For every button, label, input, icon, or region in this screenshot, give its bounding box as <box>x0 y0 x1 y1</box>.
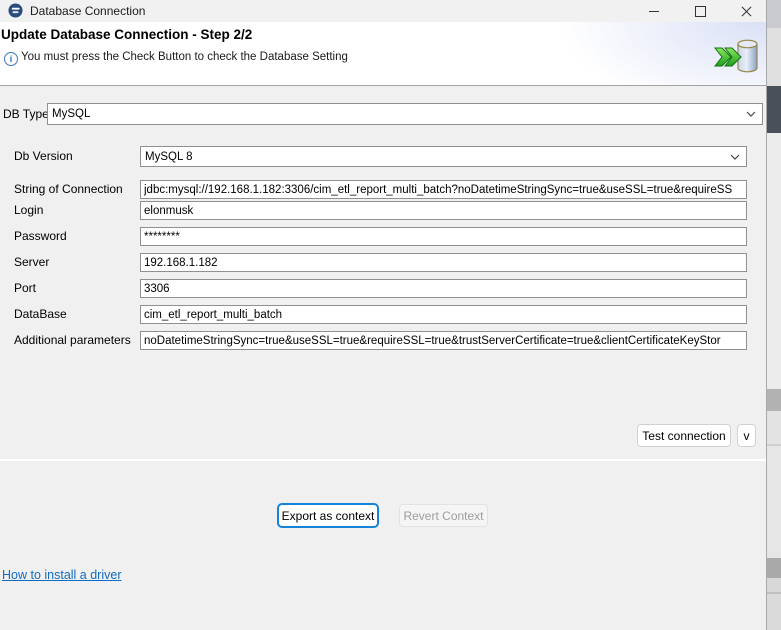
database-green-arrows-icon <box>712 37 760 75</box>
minimize-button[interactable] <box>638 0 670 22</box>
additional-parameters-label: Additional parameters <box>14 331 131 350</box>
server-input[interactable] <box>140 253 747 272</box>
test-connection-button[interactable]: Test connection <box>637 424 731 447</box>
db-version-value: MySQL 8 <box>141 151 730 163</box>
database-input[interactable] <box>140 305 747 324</box>
how-to-install-driver-link[interactable]: How to install a driver <box>2 568 122 582</box>
close-icon <box>741 6 752 17</box>
app-icon <box>8 3 23 18</box>
screen: Database Connection Update Database Conn… <box>0 0 781 630</box>
db-type-value: MySQL <box>48 108 746 120</box>
export-as-context-button[interactable]: Export as context <box>277 503 379 528</box>
additional-parameters-input[interactable] <box>140 331 747 350</box>
background-app-strip <box>766 0 781 630</box>
database-label: DataBase <box>14 305 67 324</box>
chevron-down-icon <box>730 154 740 160</box>
db-type-select[interactable]: MySQL <box>47 103 763 125</box>
wizard-header: Update Database Connection - Step 2/2 i … <box>0 22 766 86</box>
info-icon: i <box>4 52 18 66</box>
title-bar: Database Connection <box>0 0 766 22</box>
database-connection-dialog: Database Connection Update Database Conn… <box>0 0 766 630</box>
db-version-select[interactable]: MySQL 8 <box>140 146 747 167</box>
chevron-down-icon <box>746 111 756 117</box>
port-label: Port <box>14 279 36 298</box>
window-title: Database Connection <box>30 0 145 22</box>
test-connection-menu-button[interactable]: v <box>737 424 756 447</box>
wizard-title: Update Database Connection - Step 2/2 <box>1 27 252 42</box>
close-button[interactable] <box>730 0 762 22</box>
login-label: Login <box>14 201 43 220</box>
revert-context-button[interactable]: Revert Context <box>399 504 488 527</box>
port-input[interactable] <box>140 279 747 298</box>
maximize-button[interactable] <box>684 0 716 22</box>
password-input[interactable] <box>140 227 747 246</box>
db-type-label: DB Type <box>3 103 49 125</box>
db-version-label: Db Version <box>14 146 73 167</box>
section-divider <box>0 459 766 461</box>
connection-string-input[interactable] <box>140 180 747 199</box>
maximize-icon <box>695 6 706 17</box>
info-message: You must press the Check Button to check… <box>21 51 348 63</box>
minimize-icon <box>649 11 659 12</box>
connection-string-label: String of Connection <box>14 180 123 199</box>
login-input[interactable] <box>140 201 747 220</box>
password-label: Password <box>14 227 67 246</box>
server-label: Server <box>14 253 49 272</box>
